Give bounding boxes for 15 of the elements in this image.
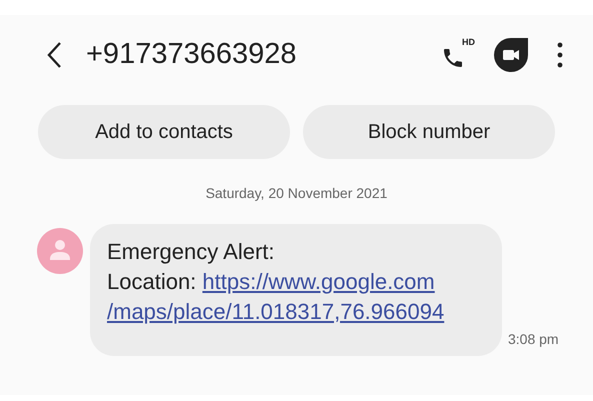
date-label: Saturday, 20 November 2021 [206,184,388,203]
link[interactable]: https://www.google.com [202,267,435,297]
message-time: 3:08 pm [508,330,559,349]
back-icon[interactable] [46,41,62,69]
phone-number: +917373663928 [86,37,296,72]
location-label: Location: [107,268,198,296]
action-button[interactable]: Add to contacts [38,105,290,159]
video-call-icon[interactable] [493,37,529,73]
more-options-icon[interactable] [557,42,563,68]
message-text: Emergency Alert: [107,238,275,266]
link[interactable]: /maps/place/11.018317,76.966094 [107,297,444,327]
action-button[interactable]: Block number [303,105,555,159]
call-button[interactable]: HD [441,38,475,72]
phone-icon [441,46,465,70]
contact-avatar [37,228,83,274]
